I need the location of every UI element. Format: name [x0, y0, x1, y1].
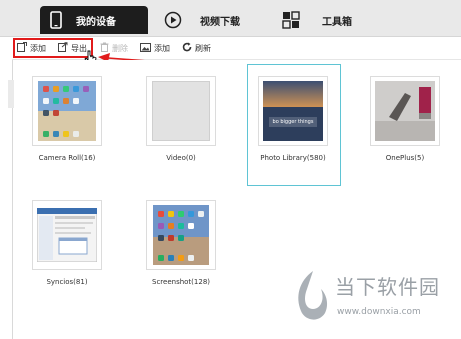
album-thumbnail	[146, 76, 216, 146]
album-thumbnail	[146, 200, 216, 270]
album-camera-roll[interactable]: Camera Roll(16)	[21, 76, 113, 162]
album-thumbnail	[32, 200, 102, 270]
album-name: Video(0)	[166, 154, 196, 162]
album-video[interactable]: Video(0)	[135, 76, 227, 162]
watermark-logo-icon	[298, 271, 328, 320]
album-name: Syncios(81)	[46, 278, 88, 286]
album-thumbnail	[32, 76, 102, 146]
album-thumbnail: bo bigger things	[258, 76, 328, 146]
sidebar-collapse-handle[interactable]	[8, 80, 14, 108]
album-thumbnail	[370, 76, 440, 146]
album-name: OnePlus(5)	[385, 154, 425, 162]
album-name: Screenshot(128)	[152, 278, 210, 286]
album-oneplus[interactable]: OnePlus(5)	[359, 76, 451, 162]
watermark-url: www.downxia.com	[337, 307, 421, 317]
album-screenshot[interactable]: Screenshot(128)	[135, 200, 227, 286]
album-name: Photo Library(580)	[260, 154, 326, 162]
watermark-title: 当下软件园	[335, 275, 440, 299]
album-syncios[interactable]: Syncios(81)	[21, 200, 113, 286]
album-overlay-text: bo bigger things	[272, 119, 314, 125]
watermark: 当下软件园 www.downxia.com	[287, 267, 457, 335]
album-photo-library[interactable]: bo bigger things Photo Library(580)	[247, 76, 339, 162]
album-name: Camera Roll(16)	[38, 154, 96, 162]
